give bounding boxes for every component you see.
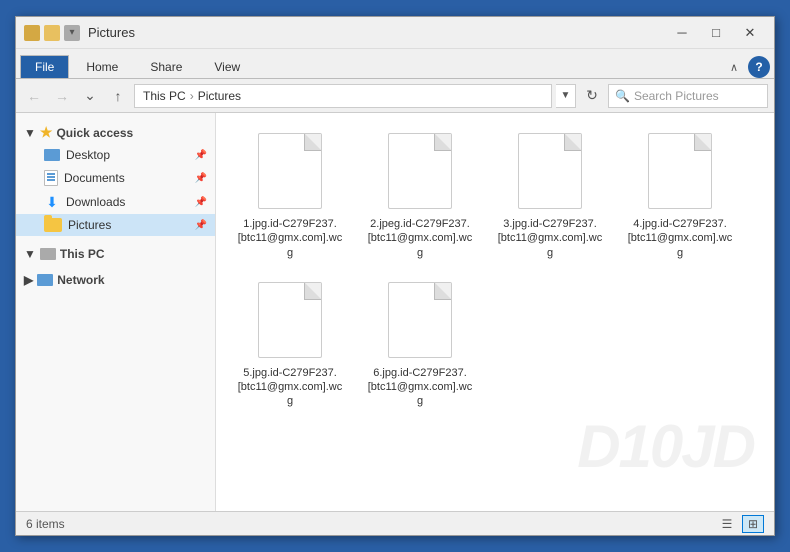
tab-share[interactable]: Share: [135, 55, 197, 78]
file-name: 6.jpg.id-C279F237.[btc11@gmx.com].wcg: [366, 366, 474, 409]
pictures-label: Pictures: [68, 218, 111, 232]
file-icon: [644, 133, 716, 213]
sidebar-section-quickaccess[interactable]: ▼ ★ Quick access: [16, 119, 215, 144]
ribbon-right: ∧ ?: [724, 56, 770, 78]
file-icon: [254, 133, 326, 213]
file-page: [388, 133, 452, 209]
file-item[interactable]: 6.jpg.id-C279F237.[btc11@gmx.com].wcg: [360, 276, 480, 415]
file-page: [258, 133, 322, 209]
desktop-label: Desktop: [66, 148, 110, 162]
file-name: 3.jpg.id-C279F237.[btc11@gmx.com].wcg: [496, 217, 604, 260]
path-segment-thispc: This PC: [143, 89, 186, 103]
address-path[interactable]: This PC › Pictures: [134, 84, 552, 108]
file-name: 2.jpeg.id-C279F237.[btc11@gmx.com].wcg: [366, 217, 474, 260]
file-item[interactable]: 4.jpg.id-C279F237.[btc11@gmx.com].wcg: [620, 127, 740, 266]
list-view-button[interactable]: ☰: [716, 515, 738, 533]
maximize-button[interactable]: □: [700, 22, 732, 44]
sidebar-item-documents[interactable]: Documents 📌: [16, 166, 215, 190]
close-button[interactable]: ✕: [734, 22, 766, 44]
address-bar: ← → ⌄ ↑ This PC › Pictures ▼ ↻ 🔍 Search …: [16, 79, 774, 113]
thispc-arrow: ▼: [24, 247, 36, 261]
sidebar-section-network[interactable]: ▶ Network: [16, 268, 215, 290]
back-button[interactable]: ←: [22, 84, 46, 108]
file-name: 4.jpg.id-C279F237.[btc11@gmx.com].wcg: [626, 217, 734, 260]
pin-icon-desktop: 📌: [195, 150, 207, 161]
file-page: [388, 282, 452, 358]
files-grid: 1.jpg.id-C279F237.[btc11@gmx.com].wcg 2.…: [226, 123, 764, 419]
up-button[interactable]: ↑: [106, 84, 130, 108]
network-label: Network: [57, 273, 104, 287]
forward-button[interactable]: →: [50, 84, 74, 108]
item-count: 6 items: [26, 517, 65, 531]
file-page: [648, 133, 712, 209]
star-icon: ★: [40, 124, 53, 141]
file-item[interactable]: 5.jpg.id-C279F237.[btc11@gmx.com].wcg: [230, 276, 350, 415]
search-icon: 🔍: [615, 89, 630, 103]
desktop-icon: [44, 149, 60, 161]
window-controls: ─ □ ✕: [666, 22, 766, 44]
file-item[interactable]: 1.jpg.id-C279F237.[btc11@gmx.com].wcg: [230, 127, 350, 266]
status-bar: 6 items ☰ ⊞: [16, 511, 774, 535]
path-segment-pictures: Pictures: [198, 89, 241, 103]
window-title: Pictures: [88, 25, 666, 40]
quickaccess-label: Quick access: [56, 126, 133, 140]
sidebar-item-desktop[interactable]: Desktop 📌: [16, 144, 215, 166]
path-arrow-1: ›: [190, 89, 194, 103]
downloads-label: Downloads: [66, 195, 125, 209]
sidebar: ▼ ★ Quick access Desktop 📌 Documents 📌 ⬇…: [16, 113, 216, 511]
pc-icon: [40, 248, 56, 260]
sidebar-section-thispc[interactable]: ▼ This PC: [16, 242, 215, 264]
file-name: 5.jpg.id-C279F237.[btc11@gmx.com].wcg: [236, 366, 344, 409]
file-item[interactable]: 3.jpg.id-C279F237.[btc11@gmx.com].wcg: [490, 127, 610, 266]
tab-home[interactable]: Home: [71, 55, 133, 78]
ribbon-help-button[interactable]: ?: [748, 56, 770, 78]
main-area: ▼ ★ Quick access Desktop 📌 Documents 📌 ⬇…: [16, 113, 774, 511]
minimize-button[interactable]: ─: [666, 22, 698, 44]
sidebar-item-downloads[interactable]: ⬇ Downloads 📌: [16, 190, 215, 214]
file-icon: [384, 133, 456, 213]
file-name: 1.jpg.id-C279F237.[btc11@gmx.com].wcg: [236, 217, 344, 260]
refresh-button[interactable]: ↻: [580, 84, 604, 108]
pin-icon-docs: 📌: [195, 173, 207, 184]
quickaccess-arrow: ▼: [24, 126, 36, 140]
ribbon-tabs: File Home Share View ∧ ?: [16, 49, 774, 79]
documents-label: Documents: [64, 171, 125, 185]
network-arrow: ▶: [24, 273, 33, 287]
grid-view-button[interactable]: ⊞: [742, 515, 764, 533]
search-box[interactable]: 🔍 Search Pictures: [608, 84, 768, 108]
network-icon: [37, 274, 53, 286]
title-bar-icons: ▾: [24, 25, 80, 41]
tab-view[interactable]: View: [199, 55, 255, 78]
dropdown-nav-button[interactable]: ⌄: [78, 84, 102, 108]
docs-icon: [44, 170, 58, 186]
folder-icon-pictures: [44, 218, 62, 232]
pin-icon-pictures: 📌: [195, 220, 207, 231]
pin-icon-downloads: 📌: [195, 197, 207, 208]
thispc-label: This PC: [60, 247, 105, 261]
explorer-window: ▾ Pictures ─ □ ✕ File Home Share View ∧ …: [15, 16, 775, 536]
address-dropdown-button[interactable]: ▼: [556, 84, 576, 108]
file-icon: [514, 133, 586, 213]
file-icon: [384, 282, 456, 362]
file-page: [258, 282, 322, 358]
view-controls: ☰ ⊞: [716, 515, 764, 533]
file-item[interactable]: 2.jpeg.id-C279F237.[btc11@gmx.com].wcg: [360, 127, 480, 266]
sidebar-item-pictures[interactable]: Pictures 📌: [16, 214, 215, 236]
watermark: D10JD: [577, 412, 754, 481]
file-icon: [254, 282, 326, 362]
content-area: D10JD 1.jpg.id-C279F237.[btc11@gmx.com].…: [216, 113, 774, 511]
title-icon-1: [24, 25, 40, 41]
ribbon-expand-button[interactable]: ∧: [724, 59, 744, 76]
title-bar: ▾ Pictures ─ □ ✕: [16, 17, 774, 49]
title-icon-2: [44, 25, 60, 41]
title-icon-3: ▾: [64, 25, 80, 41]
search-placeholder: Search Pictures: [634, 89, 719, 103]
tab-file[interactable]: File: [20, 55, 69, 78]
downloads-icon: ⬇: [44, 194, 60, 210]
file-page: [518, 133, 582, 209]
